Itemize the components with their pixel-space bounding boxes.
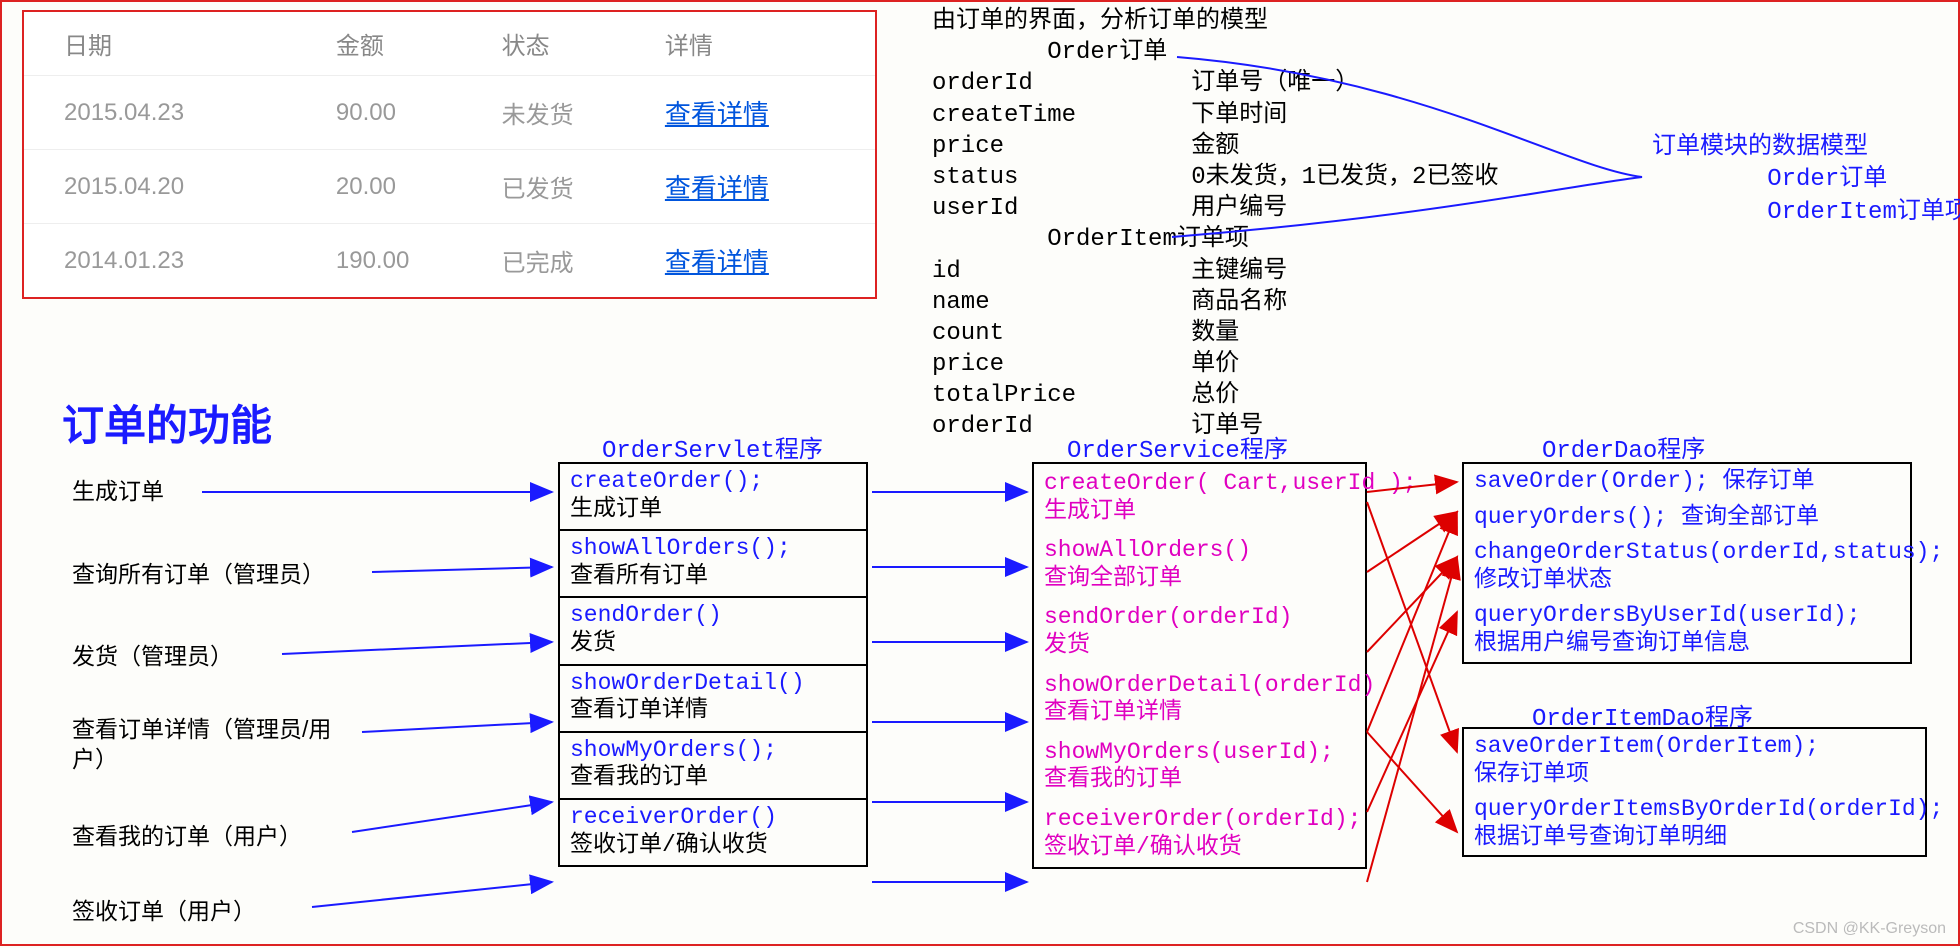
servlet-sig: sendOrder() <box>570 602 722 628</box>
table-row: 2014.01.23 190.00 已完成 查看详情 <box>24 224 875 298</box>
service-sub: 查询全部订单 <box>1044 565 1182 591</box>
dao-sig: queryOrderItemsByOrderId(orderId); <box>1474 796 1943 822</box>
col-date: 日期 <box>24 12 326 76</box>
servlet-sub: 查看所有订单 <box>570 563 708 589</box>
cell-status: 未发货 <box>492 76 655 150</box>
dao-sig: saveOrder(Order); 保存订单 <box>1474 468 1814 494</box>
service-sig: showMyOrders(userId); <box>1044 739 1334 765</box>
service-sig: sendOrder(orderId) <box>1044 604 1292 630</box>
service-sub: 查看我的订单 <box>1044 766 1182 792</box>
servlet-title: OrderServlet程序 <box>602 429 823 465</box>
servlet-sig: showOrderDetail() <box>570 670 805 696</box>
dao-sub: 修改订单状态 <box>1474 567 1612 593</box>
servlet-sig: showAllOrders(); <box>570 535 791 561</box>
cell-date: 2015.04.20 <box>24 150 326 224</box>
action-detail: 查看订单详情（管理员/用 户） <box>72 715 331 775</box>
servlet-box: createOrder();生成订单 showAllOrders();查看所有订… <box>558 462 868 867</box>
dao-sub: 根据订单号查询订单明细 <box>1474 824 1727 850</box>
service-sub: 查看订单详情 <box>1044 699 1182 725</box>
cell-date: 2014.01.23 <box>24 224 326 298</box>
service-box: createOrder( Cart,userId );生成订单 showAllO… <box>1032 462 1367 869</box>
function-title: 订单的功能 <box>62 392 272 453</box>
orderdao-title: OrderDao程序 <box>1542 429 1705 465</box>
view-detail-link[interactable]: 查看详情 <box>665 247 769 277</box>
dao-sig: saveOrderItem(OrderItem); <box>1474 733 1819 759</box>
col-amount: 金额 <box>326 12 492 76</box>
service-title: OrderService程序 <box>1067 429 1288 465</box>
service-sub: 签收订单/确认收货 <box>1044 834 1242 860</box>
servlet-sub: 发货 <box>570 630 616 656</box>
service-sig: receiverOrder(orderId); <box>1044 806 1361 832</box>
service-sig: createOrder( Cart,userId ); <box>1044 470 1417 496</box>
servlet-sub: 签收订单/确认收货 <box>570 832 768 858</box>
servlet-sig: createOrder(); <box>570 468 763 494</box>
cell-status: 已完成 <box>492 224 655 298</box>
cell-amount: 190.00 <box>326 224 492 298</box>
service-sig: showOrderDetail(orderId) <box>1044 672 1375 698</box>
orderdao-box: saveOrder(Order); 保存订单 queryOrders(); 查询… <box>1462 462 1912 664</box>
cell-amount: 20.00 <box>326 150 492 224</box>
col-detail: 详情 <box>655 12 875 76</box>
action-create: 生成订单 <box>72 477 164 507</box>
dao-sub: 根据用户编号查询订单信息 <box>1474 630 1750 656</box>
servlet-sub: 查看订单详情 <box>570 697 708 723</box>
dao-sub: 保存订单项 <box>1474 761 1589 787</box>
cell-amount: 90.00 <box>326 76 492 150</box>
servlet-sub: 生成订单 <box>570 496 662 522</box>
watermark: CSDN @KK-Greyson <box>1793 920 1946 938</box>
service-sub: 生成订单 <box>1044 498 1136 524</box>
cell-status: 已发货 <box>492 150 655 224</box>
servlet-sub: 查看我的订单 <box>570 764 708 790</box>
order-table: 日期 金额 状态 详情 2015.04.23 90.00 未发货 查看详情 20… <box>22 10 877 299</box>
dao-sig: queryOrders(); 查询全部订单 <box>1474 504 1819 530</box>
service-sub: 发货 <box>1044 632 1090 658</box>
dao-sig: queryOrdersByUserId(userId); <box>1474 602 1860 628</box>
action-send: 发货（管理员） <box>72 642 233 672</box>
service-sig: showAllOrders() <box>1044 537 1251 563</box>
view-detail-link[interactable]: 查看详情 <box>665 173 769 203</box>
servlet-sig: showMyOrders(); <box>570 737 777 763</box>
model-callout: 订单模块的数据模型 Order订单 OrderItem订单项 <box>1652 132 1960 229</box>
itemdao-box: saveOrderItem(OrderItem);保存订单项 queryOrde… <box>1462 727 1927 857</box>
model-analysis: 由订单的界面，分析订单的模型 Order订单 orderId 订单号（唯一） c… <box>932 6 1498 443</box>
dao-sig: changeOrderStatus(orderId,status); <box>1474 539 1943 565</box>
action-queryall: 查询所有订单（管理员） <box>72 560 325 590</box>
table-row: 2015.04.20 20.00 已发货 查看详情 <box>24 150 875 224</box>
table-row: 2015.04.23 90.00 未发货 查看详情 <box>24 76 875 150</box>
view-detail-link[interactable]: 查看详情 <box>665 99 769 129</box>
action-receive: 签收订单（用户） <box>72 897 256 927</box>
cell-date: 2015.04.23 <box>24 76 326 150</box>
col-status: 状态 <box>492 12 655 76</box>
servlet-sig: receiverOrder() <box>570 804 777 830</box>
action-myorders: 查看我的订单（用户） <box>72 822 302 852</box>
